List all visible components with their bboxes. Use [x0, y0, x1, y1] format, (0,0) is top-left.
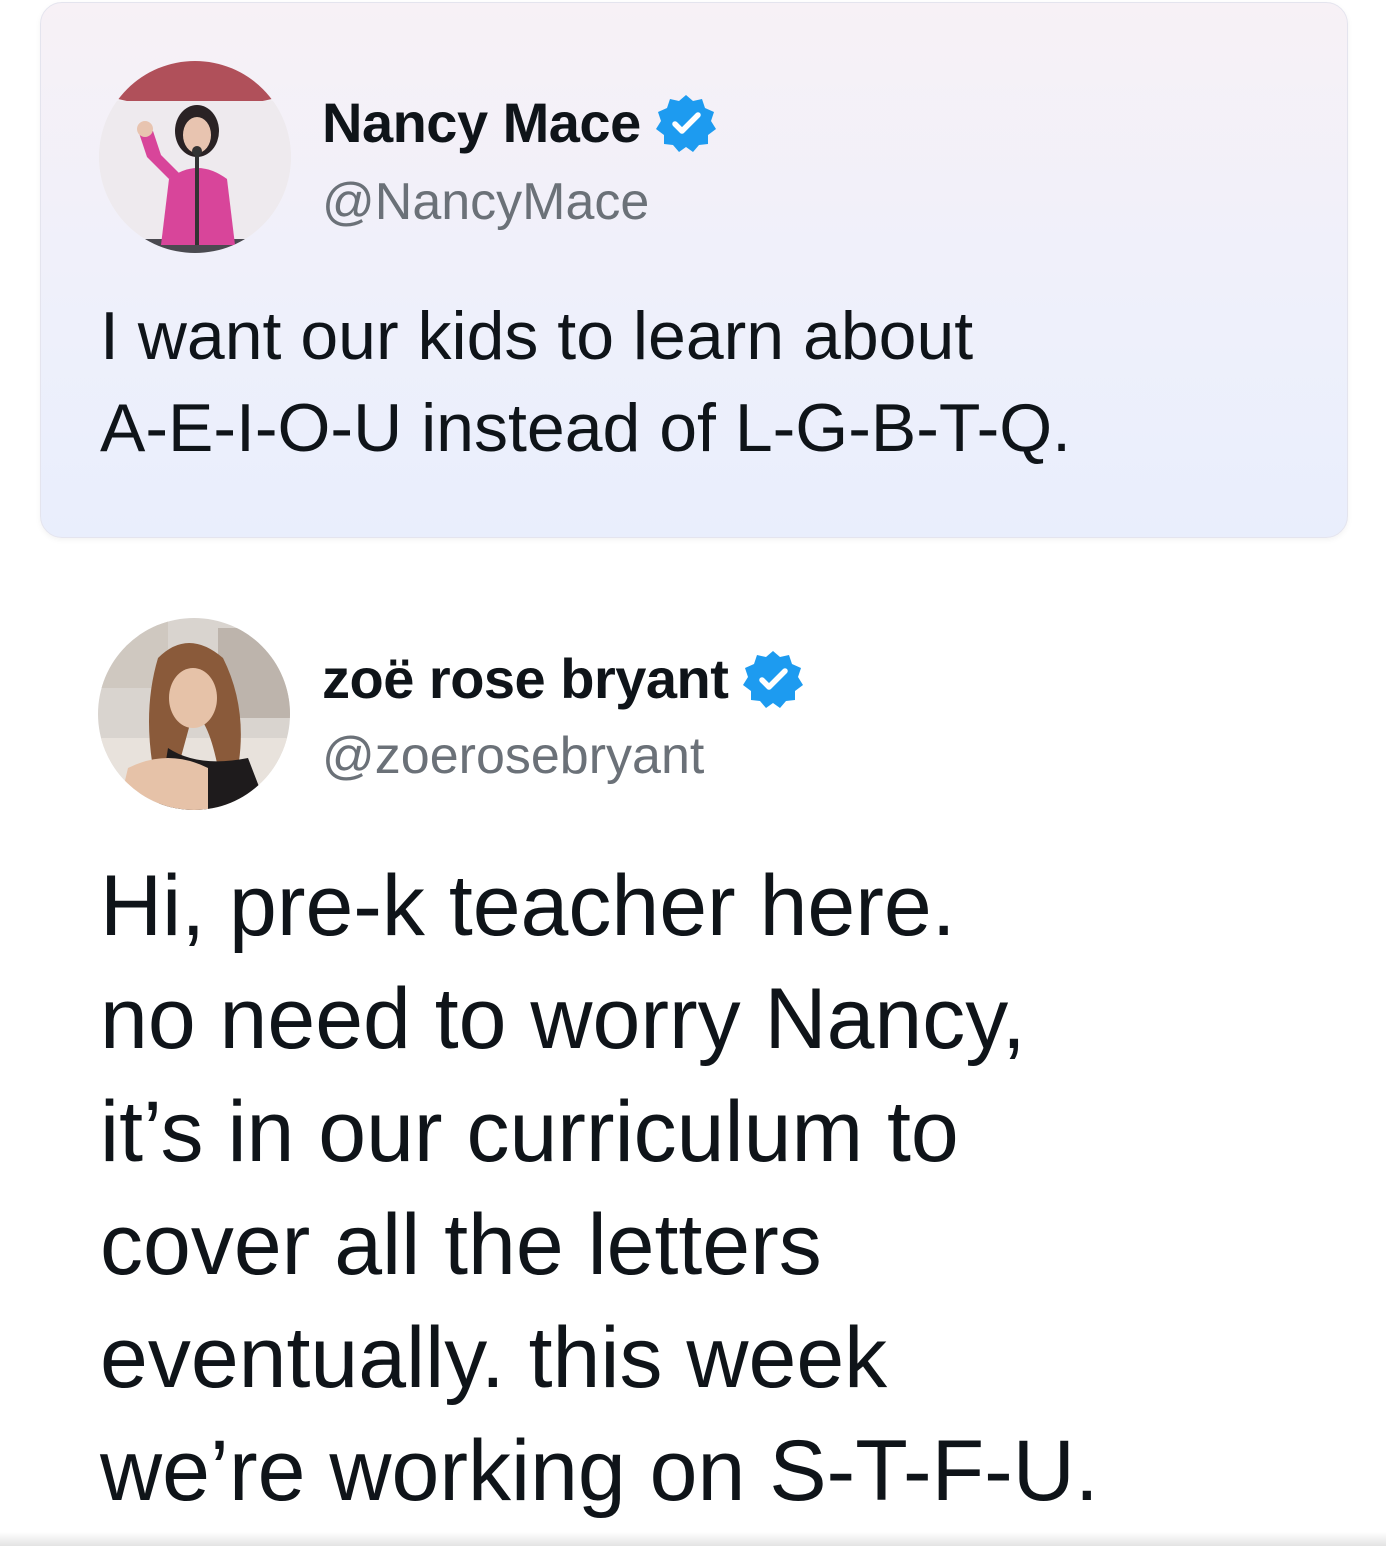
reply-tweet-line: it’s in our curriculum to	[100, 1084, 959, 1180]
reply-author-handle[interactable]: @zoerosebryant	[322, 726, 704, 786]
quoted-tweet-text: I want our kids to learn about A-E-I-O-U…	[100, 290, 1071, 474]
reply-tweet-text: Hi, pre-k teacher here. no need to worry…	[100, 850, 1099, 1528]
reply-tweet-line: cover all the letters	[100, 1197, 822, 1293]
quoted-author-handle[interactable]: @NancyMace	[322, 172, 649, 232]
quoted-author-name[interactable]: Nancy Mace	[322, 90, 641, 155]
avatar-nancy[interactable]	[99, 61, 291, 253]
verified-badge-icon	[742, 648, 804, 710]
tweet-screenshot: Nancy Mace @NancyMace I want our kids to…	[0, 0, 1386, 1546]
avatar-zoe-image	[98, 618, 290, 810]
reply-author-row[interactable]: zoë rose bryant	[322, 646, 804, 711]
avatar-nancy-image	[99, 61, 291, 253]
bottom-edge-shadow	[0, 1532, 1386, 1546]
avatar-zoe[interactable]	[98, 618, 290, 810]
quoted-tweet-line: A-E-I-O-U instead of L-G-B-T-Q.	[100, 390, 1072, 466]
reply-tweet-line: Hi, pre-k teacher here.	[100, 858, 956, 954]
quoted-tweet-line: I want our kids to learn about	[100, 298, 974, 374]
quoted-author-row[interactable]: Nancy Mace	[322, 90, 717, 155]
verified-badge-icon	[655, 92, 717, 154]
reply-tweet-line: no need to worry Nancy,	[100, 971, 1026, 1067]
reply-author-name[interactable]: zoë rose bryant	[322, 646, 729, 711]
reply-tweet-line: eventually. this week	[100, 1310, 888, 1406]
reply-tweet-line: we’re working on S-T-F-U.	[100, 1423, 1099, 1519]
